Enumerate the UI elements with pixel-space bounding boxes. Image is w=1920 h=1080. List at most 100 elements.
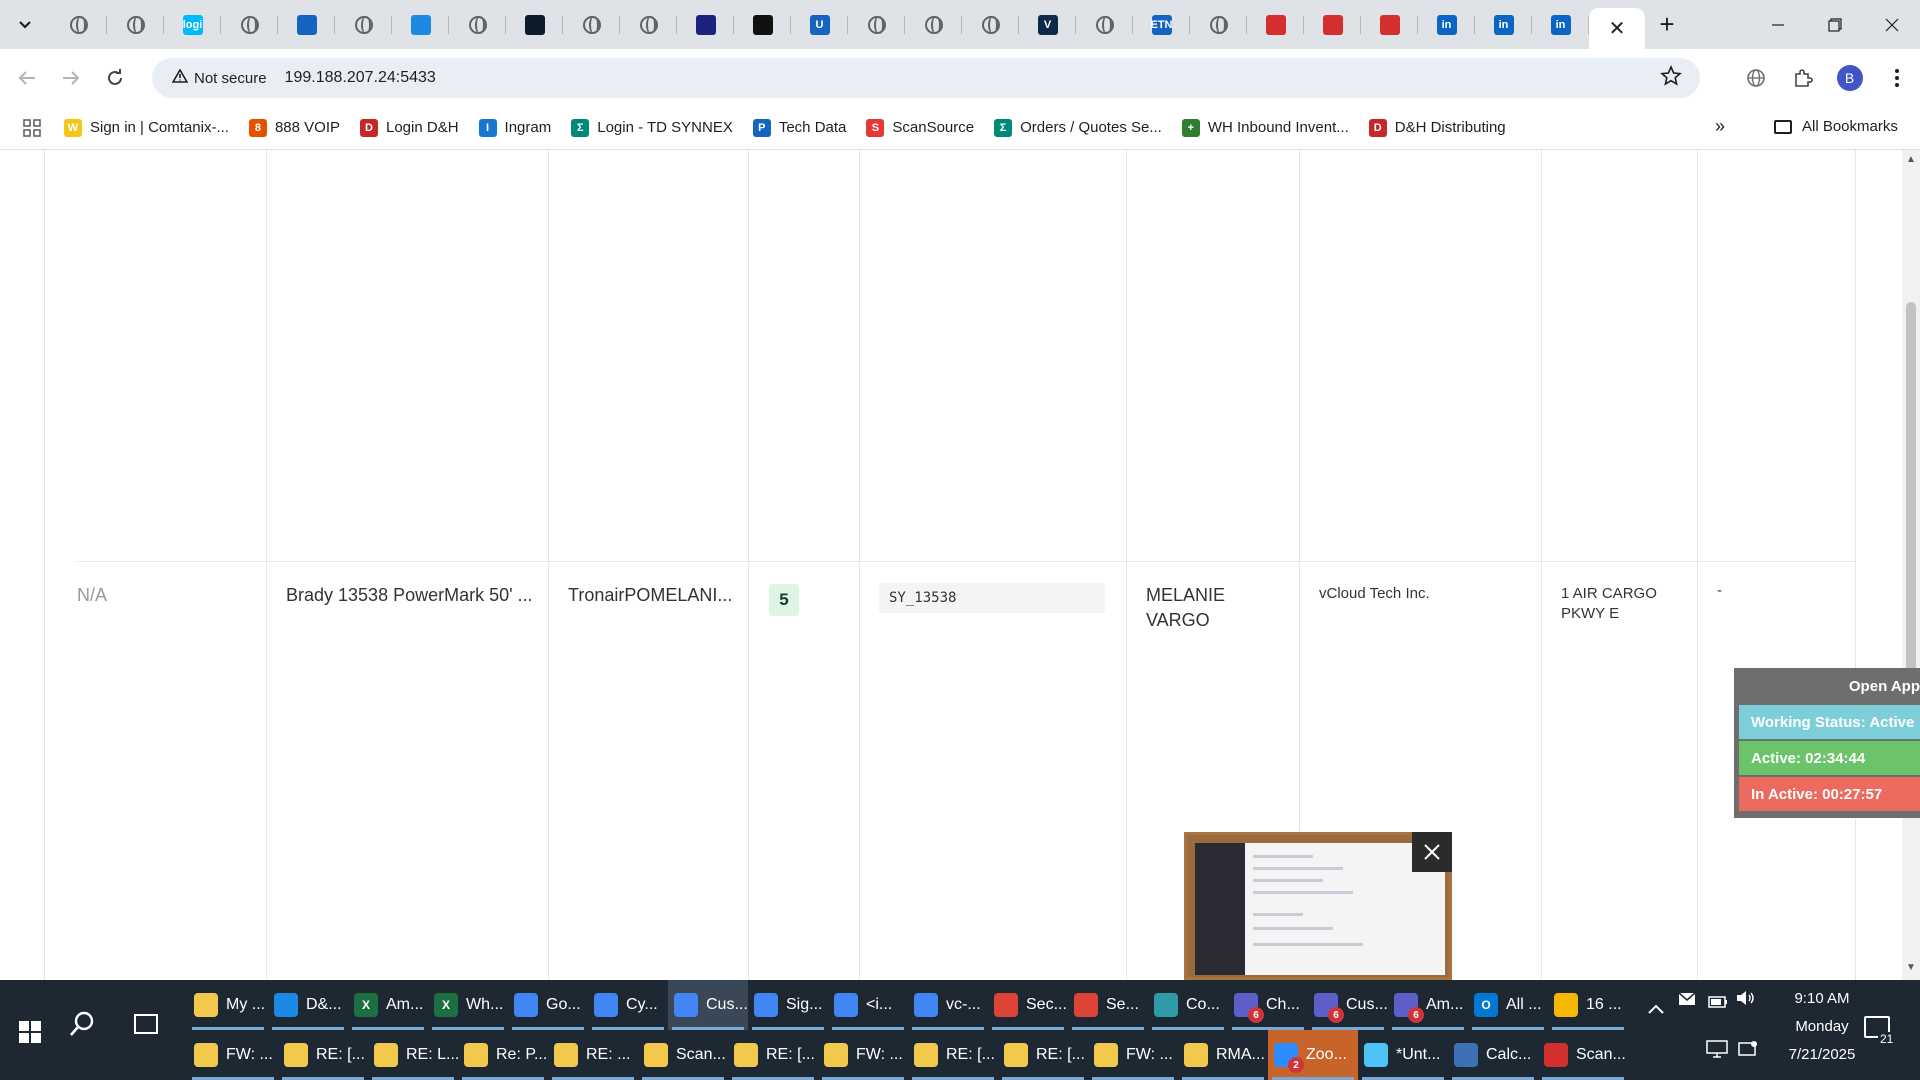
translate-button[interactable] <box>1732 49 1779 106</box>
scroll-down-icon[interactable]: ▼ <box>1906 962 1916 973</box>
taskbar-app-button[interactable]: FW: ... <box>188 1030 278 1080</box>
bookmark-item[interactable]: I Ingram <box>478 118 551 137</box>
url-text[interactable]: 199.188.207.24:5433 <box>285 69 436 87</box>
sku-field[interactable]: SY_13538 <box>879 583 1105 613</box>
taskbar-app-button[interactable]: Go... <box>508 980 588 1030</box>
cell-product[interactable]: Brady 13538 PowerMark 50' ... <box>286 585 533 606</box>
start-button[interactable] <box>8 1010 52 1054</box>
profile-button[interactable]: B <box>1826 49 1873 106</box>
taskbar-app-button[interactable]: <i... <box>828 980 908 1030</box>
taskbar-app-button[interactable]: RE: [... <box>998 1030 1088 1080</box>
browser-tab[interactable] <box>1076 0 1133 49</box>
taskbar-app-button[interactable]: Scan... <box>1538 1030 1628 1080</box>
browser-tab[interactable] <box>962 0 1019 49</box>
browser-tab[interactable]: V <box>1019 0 1076 49</box>
browser-tab[interactable]: ETN <box>1133 0 1190 49</box>
scroll-thumb[interactable] <box>1906 302 1916 674</box>
bookmark-item[interactable]: S ScanSource <box>866 118 974 137</box>
bookmark-item[interactable]: Σ Login - TD SYNNEX <box>571 118 733 137</box>
bookmarks-overflow-button[interactable]: » <box>1715 116 1725 137</box>
taskbar-search-button[interactable] <box>68 1010 96 1045</box>
network-icon[interactable] <box>1706 1040 1728 1063</box>
browser-tab[interactable] <box>563 0 620 49</box>
browser-tab[interactable] <box>1190 0 1247 49</box>
bookmark-star-icon[interactable] <box>1660 64 1682 93</box>
display-icon[interactable] <box>1738 1040 1758 1063</box>
taskbar-app-button[interactable]: Sec... <box>988 980 1068 1030</box>
active-tab[interactable]: ✕ <box>1589 8 1645 49</box>
bookmark-item[interactable]: P Tech Data <box>752 118 846 137</box>
browser-tab[interactable] <box>848 0 905 49</box>
taskbar-app-button[interactable]: D&... <box>268 980 348 1030</box>
browser-tab[interactable] <box>1247 0 1304 49</box>
browser-tab[interactable] <box>734 0 791 49</box>
bookmark-item[interactable]: 8 888 VOIP <box>248 118 340 137</box>
minimize-button[interactable] <box>1749 0 1806 49</box>
taskbar-app-button[interactable]: *Unt... <box>1358 1030 1448 1080</box>
taskbar-app-button[interactable]: My ... <box>188 980 268 1030</box>
bookmark-item[interactable]: D D&H Distributing <box>1368 118 1506 137</box>
back-button[interactable] <box>5 56 49 100</box>
taskbar-app-button[interactable]: RE: [... <box>728 1030 818 1080</box>
close-window-button[interactable] <box>1863 0 1920 49</box>
taskbar-app-button[interactable]: FW: ... <box>1088 1030 1178 1080</box>
taskbar-app-button[interactable]: FW: ... <box>818 1030 908 1080</box>
browser-tab[interactable]: U <box>791 0 848 49</box>
task-view-button[interactable] <box>134 1014 158 1034</box>
browser-tab[interactable]: in <box>1532 0 1589 49</box>
browser-tab[interactable] <box>392 0 449 49</box>
browser-tab[interactable] <box>677 0 734 49</box>
taskbar-app-button[interactable]: 6 Ch... <box>1228 980 1308 1030</box>
bookmark-item[interactable]: + WH Inbound Invent... <box>1181 118 1349 137</box>
mail-tray-icon[interactable] <box>1678 990 1696 1011</box>
taskbar-app-button[interactable]: X Wh... <box>428 980 508 1030</box>
taskbar-app-button[interactable]: Se... <box>1068 980 1148 1030</box>
restore-button[interactable] <box>1806 0 1863 49</box>
taskbar-app-button[interactable]: 6 Am... <box>1388 980 1468 1030</box>
new-tab-button[interactable]: + <box>1645 0 1689 49</box>
browser-tab[interactable] <box>335 0 392 49</box>
browser-tab[interactable]: in <box>1475 0 1532 49</box>
taskbar-app-button[interactable]: RMA... <box>1178 1030 1268 1080</box>
browser-tab[interactable]: logi <box>164 0 221 49</box>
browser-tab[interactable] <box>506 0 563 49</box>
page-scrollbar[interactable]: ▲ ▼ <box>1902 150 1920 980</box>
taskbar-app-button[interactable]: Scan... <box>638 1030 728 1080</box>
taskbar-app-button[interactable]: Co... <box>1148 980 1228 1030</box>
taskbar-app-button[interactable]: Re: P... <box>458 1030 548 1080</box>
taskbar-app-button[interactable]: Cus... <box>668 980 748 1030</box>
extensions-button[interactable] <box>1779 49 1826 106</box>
scroll-up-icon[interactable]: ▲ <box>1906 154 1916 165</box>
all-bookmarks-button[interactable]: All Bookmarks <box>1774 118 1898 135</box>
battery-icon[interactable] <box>1708 992 1728 1013</box>
cell-customer[interactable]: TronairPOMELANI... <box>568 585 732 606</box>
bookmark-item[interactable]: D Login D&H <box>360 118 459 137</box>
browser-tab[interactable] <box>1361 0 1418 49</box>
browser-tab[interactable] <box>1304 0 1361 49</box>
taskbar-app-button[interactable]: 2 Zoo... <box>1268 1030 1358 1080</box>
taskbar-app-button[interactable]: vc-... <box>908 980 988 1030</box>
reload-button[interactable] <box>93 56 137 100</box>
browser-tab[interactable] <box>278 0 335 49</box>
taskbar-app-button[interactable]: 16 ... <box>1548 980 1628 1030</box>
taskbar-app-button[interactable]: RE: [... <box>278 1030 368 1080</box>
site-info-button[interactable]: Not secure <box>162 63 277 93</box>
volume-icon[interactable] <box>1736 990 1756 1011</box>
show-hidden-icons-button[interactable] <box>1648 998 1664 1019</box>
forward-button[interactable] <box>49 56 93 100</box>
taskbar-app-button[interactable]: Calc... <box>1448 1030 1538 1080</box>
browser-tab[interactable] <box>905 0 962 49</box>
apps-button[interactable] <box>0 118 64 137</box>
tab-search-button[interactable] <box>0 0 50 49</box>
window-preview-thumbnail[interactable] <box>1184 832 1452 980</box>
browser-tab[interactable] <box>221 0 278 49</box>
bookmark-item[interactable]: Σ Orders / Quotes Se... <box>994 118 1162 137</box>
taskbar-app-button[interactable]: X Am... <box>348 980 428 1030</box>
preview-close-button[interactable] <box>1412 832 1452 872</box>
taskbar-app-button[interactable]: RE: [... <box>908 1030 998 1080</box>
taskbar-app-button[interactable]: O All ... <box>1468 980 1548 1030</box>
browser-tab[interactable] <box>449 0 506 49</box>
bookmark-item[interactable]: W Sign in | Comtanix-... <box>64 118 229 137</box>
chrome-menu-button[interactable] <box>1873 49 1920 106</box>
open-app-button[interactable]: Open App <box>1849 678 1920 695</box>
